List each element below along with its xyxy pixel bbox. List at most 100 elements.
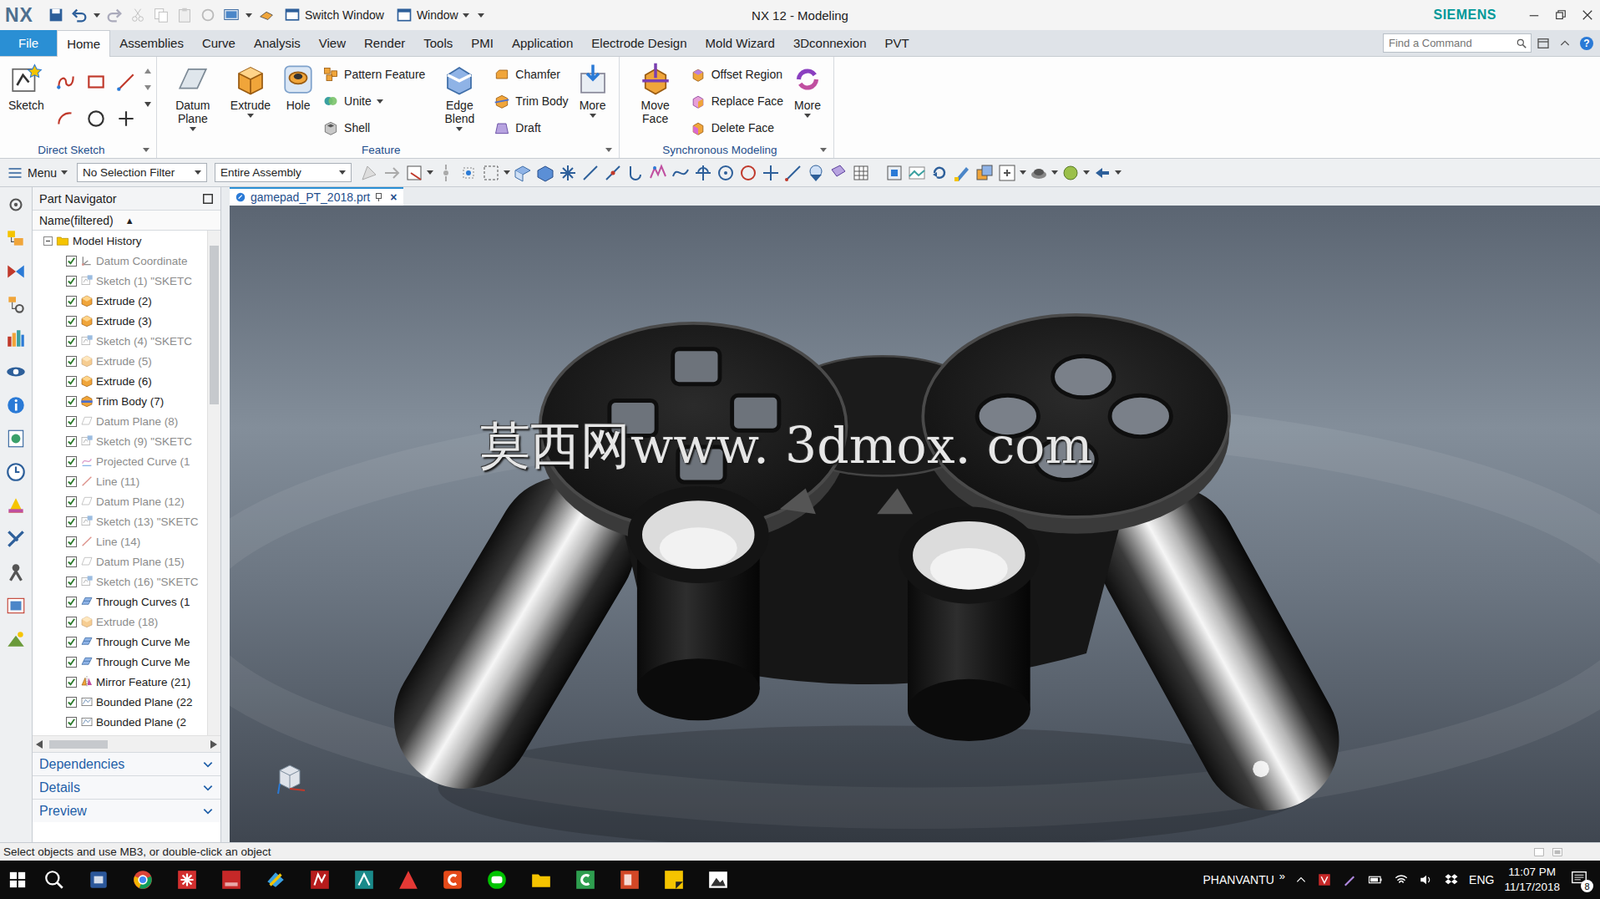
visibility-checkbox[interactable] (65, 335, 77, 347)
taskbar-app-icon[interactable] (530, 868, 552, 891)
horizontal-scrollbar[interactable] (32, 734, 221, 752)
clock[interactable]: 11:07 PM11/17/2018 (1503, 864, 1560, 895)
pen-icon[interactable] (1341, 871, 1357, 887)
visibility-checkbox[interactable] (65, 696, 77, 708)
taskbar-app-icon[interactable] (308, 868, 331, 891)
tree-row[interactable]: Datum Plane (8) (32, 410, 208, 431)
switch-window-button[interactable]: Switch Window (280, 5, 388, 26)
toolbar-tool-icon[interactable] (974, 162, 995, 183)
column-header[interactable]: Name(filtered)▲ (32, 210, 221, 231)
taskbar-app-icon[interactable] (663, 868, 685, 891)
tree-row[interactable]: Datum Plane (12) (32, 491, 208, 512)
taskbar-app-icon[interactable] (87, 868, 110, 891)
visibility-checkbox[interactable] (65, 716, 77, 728)
visibility-checkbox[interactable] (65, 355, 77, 367)
visibility-checkbox[interactable] (65, 255, 77, 267)
taskbar-app-icon[interactable] (486, 868, 508, 891)
ribbon-tab[interactable]: 3Dconnexion (784, 30, 876, 56)
resource-bar-icon[interactable] (5, 561, 27, 583)
windows-start-icon[interactable] (8, 870, 27, 889)
ribbon-tool-button[interactable]: Chamfer (493, 61, 568, 87)
scroll-thumb[interactable] (209, 245, 219, 405)
toolbar-tool-icon[interactable] (435, 162, 456, 183)
copy-icon[interactable] (151, 5, 171, 25)
close-tab-button[interactable]: × (388, 190, 399, 204)
sketch-curve-tool-icon[interactable] (55, 107, 77, 130)
ribbon-tab[interactable]: Application (502, 30, 583, 56)
ribbon-tool-button[interactable]: More (572, 60, 614, 120)
tray-toolbar-chevron[interactable]: » (1279, 869, 1286, 882)
document-tab[interactable]: gamepad_PT_2018.prt× (229, 187, 404, 206)
visibility-checkbox[interactable] (65, 576, 77, 588)
sketch-curve-tool-icon[interactable] (85, 107, 107, 130)
taskbar-app-icon[interactable] (176, 868, 198, 891)
ribbon-tool-button[interactable]: Extrude (227, 60, 274, 120)
taskbar-app-icon[interactable] (574, 868, 597, 891)
undo-icon[interactable] (70, 5, 89, 25)
ribbon-tool-button[interactable]: Edge Blend (428, 60, 491, 133)
splitter[interactable] (221, 187, 230, 842)
toolbar-tool-icon[interactable] (997, 162, 1018, 183)
help-button[interactable]: ? (1579, 36, 1594, 51)
resource-bar-icon[interactable] (5, 193, 27, 216)
visibility-checkbox[interactable] (65, 455, 77, 467)
screen-icon[interactable] (222, 5, 241, 25)
dropbox-icon[interactable] (1443, 871, 1459, 887)
toolbar-tool-icon[interactable] (625, 162, 646, 183)
ribbon-tool-button[interactable]: Delete Face (689, 115, 784, 141)
ribbon-tab[interactable]: Tools (414, 30, 462, 56)
window-layout-icon[interactable] (1536, 36, 1550, 51)
tree-row[interactable]: Extrude (18) (32, 611, 208, 632)
ribbon-tool-button[interactable]: Hole (277, 60, 319, 114)
resource-bar-icon[interactable] (5, 527, 27, 550)
vertical-scrollbar[interactable] (207, 230, 221, 735)
status-window-icon[interactable] (1533, 845, 1545, 858)
ribbon-tool-button[interactable]: Sketch (5, 60, 48, 114)
toolbar-tool-icon[interactable] (906, 162, 927, 183)
ribbon-tab[interactable]: Mold Wizard (696, 30, 785, 56)
toolbar-tool-icon[interactable] (648, 162, 669, 183)
gamepad-model[interactable] (229, 205, 1600, 842)
tree-row[interactable]: Extrude (6) (32, 370, 208, 391)
scroll-up-icon[interactable] (144, 68, 152, 74)
cut-icon[interactable] (128, 5, 147, 25)
resource-bar-icon[interactable] (5, 227, 27, 249)
ribbon-tool-button[interactable]: Shell (322, 115, 426, 141)
toolbar-tool-icon[interactable] (783, 162, 804, 183)
ribbon-tab[interactable]: Assemblies (110, 30, 193, 56)
navigator-section[interactable]: Details (32, 774, 221, 799)
visibility-checkbox[interactable] (65, 656, 77, 668)
resource-bar-icon[interactable] (5, 427, 27, 450)
tray-app-icon[interactable] (1316, 871, 1332, 887)
scroll-left-icon[interactable] (35, 739, 43, 749)
navigator-section[interactable]: Preview (32, 798, 221, 822)
tree-row[interactable]: Through Curve Me (32, 631, 208, 652)
window-menu-button[interactable]: Window (392, 5, 473, 26)
toolbar-tool-icon[interactable] (602, 162, 623, 183)
tree-row[interactable]: Projected Curve (1 (32, 450, 208, 471)
taskbar-app-icon[interactable] (441, 868, 464, 891)
ribbon-tool-button[interactable]: Offset Region (689, 61, 784, 87)
taskbar-app-icon[interactable] (131, 868, 154, 891)
tree-row[interactable]: Sketch (16) "SKETC (32, 571, 208, 592)
toolbar-tool-icon[interactable] (929, 162, 950, 183)
tree-row[interactable]: Extrude (2) (32, 290, 208, 311)
visibility-checkbox[interactable] (65, 375, 77, 387)
ribbon-tool-button[interactable]: Datum Plane (162, 60, 224, 133)
toolbar-tool-icon[interactable] (1028, 162, 1049, 183)
visibility-checkbox[interactable] (65, 315, 77, 327)
taskbar-app-icon[interactable] (618, 868, 641, 891)
tree-row[interactable]: Sketch (1) "SKETC (32, 270, 208, 291)
toolbar-tool-icon[interactable] (557, 162, 578, 183)
tree-row[interactable]: Extrude (5) (32, 350, 208, 371)
ribbon-tool-button[interactable]: Unite (322, 88, 426, 114)
wifi-icon[interactable] (1393, 871, 1409, 887)
taskbar-app-icon[interactable] (220, 868, 243, 891)
toolbar-tool-icon[interactable] (670, 162, 691, 183)
toolbar-tool-icon[interactable] (760, 162, 781, 183)
toolbar-tool-icon[interactable] (693, 162, 714, 183)
visibility-checkbox[interactable] (65, 516, 77, 527)
taskbar-app-icon[interactable] (43, 868, 66, 891)
status-window-icon[interactable] (1551, 845, 1564, 858)
toolbar-tool-icon[interactable] (951, 162, 973, 183)
